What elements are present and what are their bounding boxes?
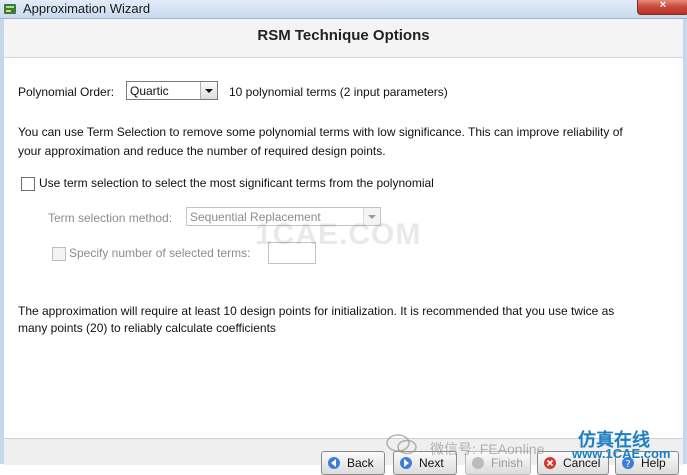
site-watermark-url: www.1CAE.com [572, 446, 671, 461]
use-term-selection-checkbox[interactable] [21, 177, 35, 191]
wechat-watermark: 微信号: FEAonline [430, 441, 545, 457]
back-button[interactable]: Back [321, 451, 385, 475]
next-arrow-icon [400, 457, 412, 469]
title-bar: Approximation Wizard × [0, 0, 687, 19]
specify-terms-label: Specify number of selected terms: [69, 246, 251, 260]
specify-terms-checkbox[interactable] [52, 247, 66, 261]
back-arrow-icon [328, 457, 340, 469]
polynomial-terms-text: 10 polynomial terms (2 input parameters) [229, 85, 448, 99]
close-button[interactable]: × [637, 0, 687, 15]
requirement-text-line-2: many points (20) to reliably calculate c… [18, 321, 276, 335]
polynomial-order-label: Polynomial Order: [18, 85, 115, 99]
chevron-down-icon[interactable] [200, 82, 217, 99]
info-text-line-1: You can use Term Selection to remove som… [18, 125, 623, 139]
window-title: Approximation Wizard [23, 1, 151, 16]
term-selection-method-label: Term selection method: [48, 211, 173, 225]
polynomial-order-select[interactable]: Quartic [126, 81, 218, 100]
page-header: RSM Technique Options [4, 19, 683, 58]
page-title: RSM Technique Options [257, 27, 430, 44]
use-term-selection-label[interactable]: Use term selection to select the most si… [39, 176, 434, 190]
center-watermark: 1CAE.COM [255, 218, 422, 251]
app-icon [4, 4, 16, 14]
back-button-label: Back [347, 456, 374, 470]
requirement-text-line-1: The approximation will require at least … [18, 304, 615, 318]
cancel-icon [544, 457, 556, 469]
window-frame-right [683, 19, 687, 464]
info-text-line-2: your approximation and reduce the number… [18, 144, 386, 158]
wechat-logo-icon [386, 434, 417, 455]
polynomial-order-value: Quartic [130, 84, 169, 98]
close-icon: × [659, 0, 667, 11]
